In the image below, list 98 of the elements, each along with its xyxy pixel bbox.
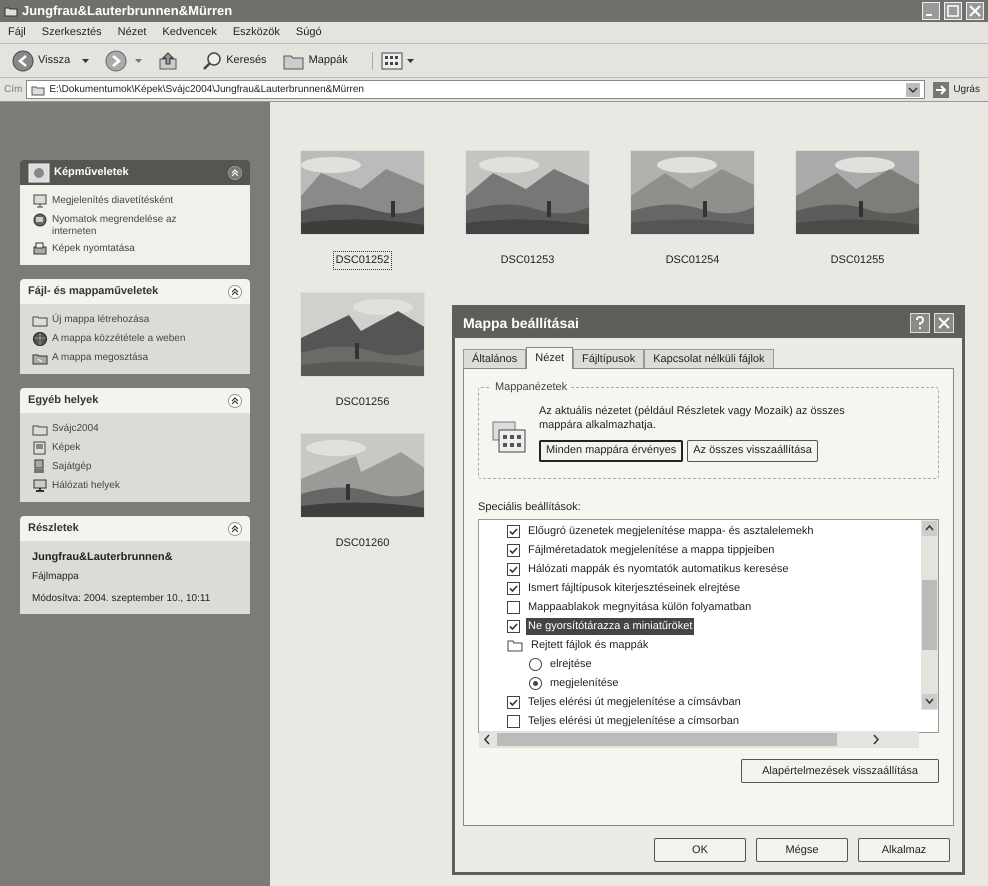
back-button[interactable]: Vissza xyxy=(8,50,74,72)
dropdown-caret-icon[interactable] xyxy=(82,58,90,62)
setting-label[interactable]: Előugró üzenetek megjelenítése mappa- és asztalelemekh xyxy=(526,523,816,540)
file-name[interactable]: DSC01256 xyxy=(332,392,392,411)
setting-label[interactable]: Ismert fájltípusok kiterjesztéseinek elrejtése xyxy=(526,580,742,597)
panel-header[interactable]: Fájl- és mappaműveletek xyxy=(20,279,250,304)
menu-item[interactable]: Eszközök xyxy=(232,24,280,41)
folders-button[interactable]: Mappák xyxy=(278,52,352,70)
checkbox[interactable] xyxy=(507,563,520,576)
dialog-button[interactable]: Mégse xyxy=(756,838,848,862)
horizontal-scrollbar[interactable] xyxy=(479,731,919,748)
minimize-icon[interactable] xyxy=(922,2,940,20)
radio-button[interactable] xyxy=(529,658,542,671)
setting-label[interactable]: Hálózati mappák és nyomtatók automatikus keresése xyxy=(526,561,790,578)
go-button[interactable]: Ugrás xyxy=(929,82,984,98)
panel-header[interactable]: Egyéb helyek xyxy=(20,388,250,413)
checkbox[interactable] xyxy=(507,544,520,557)
menu-item[interactable]: Szerkesztés xyxy=(42,24,102,41)
task-link[interactable]: A mappa közzététele a weben xyxy=(32,331,238,347)
help-icon[interactable] xyxy=(910,313,930,333)
dialog-title: Mappa beállításai xyxy=(463,314,580,333)
group-title: Mappanézetek xyxy=(494,380,568,395)
checkbox[interactable] xyxy=(507,601,520,614)
collapse-chevron-icon xyxy=(228,284,242,298)
network-icon xyxy=(32,478,48,494)
menu-item[interactable]: Súgó xyxy=(296,24,322,41)
group-description: Az aktuális nézetet (például Részletek vagy Mozaik) az összes mappára alkalmazhatja. xyxy=(539,404,846,432)
panel-header[interactable]: Részletek xyxy=(20,516,250,541)
file-name[interactable]: DSC01255 xyxy=(828,251,888,270)
setting-label[interactable]: Rejtett fájlok és mappák xyxy=(529,637,650,654)
tab[interactable]: Általános xyxy=(463,349,526,368)
file-name[interactable]: DSC01253 xyxy=(498,251,558,270)
vertical-scrollbar[interactable] xyxy=(921,520,938,710)
task-link[interactable]: Új mappa létrehozása xyxy=(32,312,238,328)
modified-date: Módosítva: 2004. szeptember 10., 10:11 xyxy=(32,592,212,606)
menu-item[interactable]: Fájl xyxy=(8,24,26,41)
monitor-icon xyxy=(32,193,48,209)
file-name[interactable]: DSC01254 xyxy=(662,251,722,270)
dialog-button[interactable]: Alkalmaz xyxy=(858,838,950,862)
tab[interactable]: Nézet xyxy=(526,347,574,369)
radio-button[interactable] xyxy=(529,677,542,690)
file-name[interactable]: DSC01252 xyxy=(332,251,392,270)
setting-label[interactable]: Fájlméretadatok megjelenítése a mappa tippjeiben xyxy=(526,542,776,559)
checkbox[interactable] xyxy=(507,715,520,728)
folder-icon xyxy=(4,5,18,17)
printer-icon xyxy=(32,241,48,257)
window-title: Jungfrau&Lauterbrunnen&Mürren xyxy=(22,2,234,20)
tab[interactable]: Fájltípusok xyxy=(573,349,644,368)
task-link[interactable]: Megjelenítés diavetítésként xyxy=(32,193,238,209)
search-icon xyxy=(202,50,222,70)
task-link[interactable]: Képek nyomtatása xyxy=(32,241,238,257)
task-link[interactable]: Sajátgép xyxy=(32,459,238,475)
folder-icon xyxy=(31,84,46,96)
collapse-chevron-icon xyxy=(228,522,242,536)
task-link[interactable]: Képek xyxy=(32,440,238,456)
close-icon[interactable] xyxy=(934,313,954,333)
menu-item[interactable]: Nézet xyxy=(118,24,146,41)
task-link[interactable]: Svájc2004 xyxy=(32,421,238,437)
dropdown-caret-icon xyxy=(406,58,414,62)
setting-label[interactable]: Ne gyorsítótárazza a miniatűröket xyxy=(526,618,694,635)
reset-defaults-button[interactable]: Alapértelmezések visszaállítása xyxy=(741,759,939,783)
task-link[interactable]: Nyomatok megrendelése az interneten xyxy=(32,212,238,238)
photo-icon xyxy=(28,162,50,182)
setting-label[interactable]: megjelenítése xyxy=(548,675,620,692)
maximize-icon[interactable] xyxy=(944,2,962,20)
folder-name: Jungfrau&Lauterbrunnen& xyxy=(32,550,174,565)
task-link[interactable]: Hálózati helyek xyxy=(32,478,238,494)
grid-view-icon xyxy=(380,52,403,70)
checkbox[interactable] xyxy=(507,696,520,709)
checkbox[interactable] xyxy=(507,620,520,633)
up-folder-icon[interactable] xyxy=(158,50,178,70)
folder-type: Fájlmappa xyxy=(32,570,80,584)
dialog-button[interactable]: OK xyxy=(654,838,746,862)
file-name[interactable]: DSC01260 xyxy=(332,534,392,552)
setting-label[interactable]: Teljes elérési út megjelenítése a címsávban xyxy=(526,694,743,711)
setting-label[interactable]: elrejtése xyxy=(548,656,594,673)
setting-label[interactable]: Teljes elérési út megjelenítése a címsorban xyxy=(526,713,741,730)
collapse-chevron-icon xyxy=(228,166,242,180)
dialog-button[interactable]: Az összes visszaállítása xyxy=(687,440,818,462)
views-button[interactable] xyxy=(372,52,414,70)
folder-views-icon xyxy=(491,420,527,454)
search-button[interactable]: Keresés xyxy=(198,50,271,70)
address-label: Cím xyxy=(4,83,22,97)
picture-folder-icon xyxy=(32,440,48,456)
folder-icon xyxy=(507,639,523,652)
panel-header[interactable]: Képműveletek xyxy=(20,160,250,185)
close-icon[interactable] xyxy=(966,2,984,20)
menu-item[interactable]: Kedvencek xyxy=(162,24,217,41)
setting-label[interactable]: Mappaablakok megnyitása külön folyamatban xyxy=(526,599,754,616)
tab[interactable]: Kapcsolat nélküli fájlok xyxy=(644,349,774,368)
go-arrow-icon xyxy=(933,82,950,98)
collapse-chevron-icon xyxy=(228,394,242,408)
section-label: Speciális beállítások: xyxy=(478,500,582,514)
checkbox[interactable] xyxy=(507,525,520,538)
address-field[interactable]: E:\Dokumentumok\Képek\Svájc2004\Jungfrau&Lauterbrunnen&Mürren xyxy=(26,80,926,99)
task-link[interactable]: A mappa megosztása xyxy=(32,350,238,366)
checkbox[interactable] xyxy=(507,582,520,595)
dialog-button[interactable]: Minden mappára érvényes xyxy=(539,440,684,462)
